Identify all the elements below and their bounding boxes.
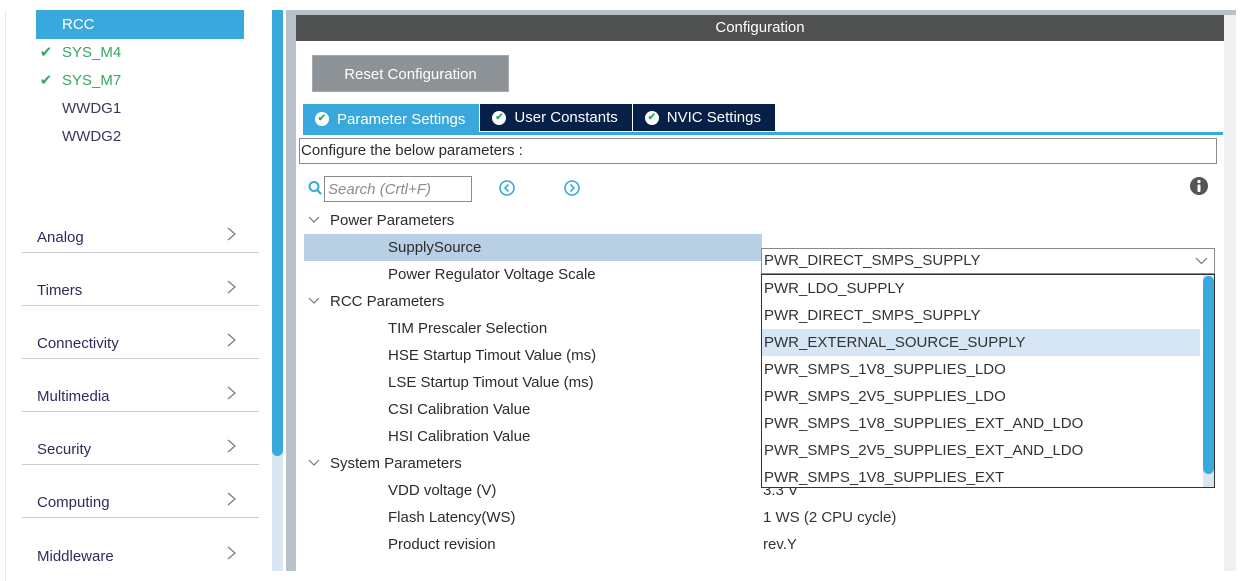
param-row-flash-latency[interactable]: Flash Latency(WS) 1 WS (2 CPU cycle) <box>304 504 1210 531</box>
sidebar-item-label: SYS_M7 <box>62 72 122 89</box>
category-timers[interactable]: Timers <box>22 253 259 306</box>
option-pwr-smps-1v8-supplies-ext[interactable]: PWR_SMPS_1V8_SUPPLIES_EXT <box>762 464 1200 491</box>
tab-label: Parameter Settings <box>337 110 466 128</box>
group-label: Power Parameters <box>330 212 455 229</box>
check-icon: ✔ <box>39 44 53 61</box>
category-analog[interactable]: Analog <box>22 200 259 253</box>
chevron-down-icon[interactable] <box>308 215 320 225</box>
group-power-parameters[interactable]: Power Parameters <box>304 207 1210 234</box>
param-value: rev.Y <box>763 536 797 553</box>
check-icon: ✔ <box>39 72 53 89</box>
tab-nvic-settings[interactable]: ✔ NVIC Settings <box>632 104 776 131</box>
category-label: Middleware <box>37 548 114 565</box>
category-label: Connectivity <box>37 335 119 352</box>
combobox-selected-value: PWR_DIRECT_SMPS_SUPPLY <box>764 252 981 269</box>
category-label: Security <box>37 441 92 458</box>
sidebar-item-label: SYS_M4 <box>62 44 122 61</box>
chevron-right-icon <box>227 227 236 241</box>
chevron-right-icon <box>227 280 236 294</box>
param-row-product-revision[interactable]: Product revision rev.Y <box>304 531 1210 558</box>
next-match-icon[interactable] <box>563 179 581 197</box>
chevron-down-icon[interactable] <box>308 458 320 468</box>
category-security[interactable]: Security <box>22 412 259 465</box>
param-label: TIM Prescaler Selection <box>388 320 548 337</box>
sidebar-item-sys-m7[interactable]: ✔ SYS_M7 <box>36 66 244 95</box>
chevron-down-icon[interactable] <box>1195 257 1208 265</box>
sidebar-item-label: WWDG2 <box>62 128 122 145</box>
category-multimedia[interactable]: Multimedia <box>22 359 259 412</box>
tab-underline <box>303 132 1223 135</box>
option-pwr-ldo-supply[interactable]: PWR_LDO_SUPPLY <box>762 275 1200 302</box>
sidebar-item-wwdg1[interactable]: WWDG1 <box>36 94 244 123</box>
sidebar-item-label: WWDG1 <box>62 100 122 117</box>
sidebar-item-sys-m4[interactable]: ✔ SYS_M4 <box>36 38 244 67</box>
category-label: Analog <box>37 229 84 246</box>
option-pwr-external-source-supply[interactable]: PWR_EXTERNAL_SOURCE_SUPPLY <box>762 329 1200 356</box>
param-label: CSI Calibration Value <box>388 401 531 418</box>
sidebar-item-wwdg2[interactable]: WWDG2 <box>36 122 244 151</box>
param-label: LSE Startup Timout Value (ms) <box>388 374 594 391</box>
category-connectivity[interactable]: Connectivity <box>22 306 259 359</box>
sidebar-scrollbar[interactable] <box>272 10 283 571</box>
param-label: HSI Calibration Value <box>388 428 531 445</box>
param-label: HSE Startup Timout Value (ms) <box>388 347 597 364</box>
configure-description: Configure the below parameters : <box>299 138 1217 164</box>
chevron-right-icon <box>227 333 236 347</box>
dropdown-scrollbar[interactable] <box>1203 275 1214 487</box>
option-pwr-smps-2v5-supplies-ext-and-ldo[interactable]: PWR_SMPS_2V5_SUPPLIES_EXT_AND_LDO <box>762 437 1200 464</box>
category-computing[interactable]: Computing <box>22 465 259 518</box>
check-circle-icon: ✔ <box>492 110 507 125</box>
supply-source-dropdown-list: PWR_LDO_SUPPLY PWR_DIRECT_SMPS_SUPPLY PW… <box>761 274 1215 488</box>
check-circle-icon: ✔ <box>644 110 659 125</box>
previous-match-icon[interactable] <box>498 179 516 197</box>
chevron-right-icon <box>227 386 236 400</box>
category-label: Computing <box>37 494 110 511</box>
category-middleware[interactable]: Middleware <box>22 518 259 571</box>
param-label: Flash Latency(WS) <box>388 509 516 526</box>
category-label: Multimedia <box>37 388 110 405</box>
tab-bar: ✔ Parameter Settings ✔ User Constants ✔ … <box>303 104 776 134</box>
peripheral-sidebar: RCC ✔ SYS_M4 ✔ SYS_M7 WWDG1 WWDG2 Analog… <box>5 10 270 581</box>
tab-user-constants[interactable]: ✔ User Constants <box>480 104 633 131</box>
tab-label: NVIC Settings <box>666 109 761 126</box>
option-pwr-smps-1v8-supplies-ldo[interactable]: PWR_SMPS_1V8_SUPPLIES_LDO <box>762 356 1200 383</box>
option-pwr-direct-smps-supply[interactable]: PWR_DIRECT_SMPS_SUPPLY <box>762 302 1200 329</box>
param-label: SupplySource <box>388 239 482 256</box>
category-label: Timers <box>37 282 83 299</box>
param-label: VDD voltage (V) <box>388 482 497 499</box>
sidebar-scrollbar-thumb[interactable] <box>272 10 283 456</box>
param-label: Power Regulator Voltage Scale <box>388 266 596 283</box>
panel-title: Configuration <box>296 15 1224 41</box>
param-label: Product revision <box>388 536 496 553</box>
sidebar-item-rcc[interactable]: RCC <box>36 10 244 39</box>
search-input[interactable] <box>324 176 472 202</box>
sidebar-item-label: RCC <box>62 16 95 33</box>
param-value: 1 WS (2 CPU cycle) <box>763 509 897 526</box>
chevron-down-icon[interactable] <box>308 296 320 306</box>
option-pwr-smps-1v8-supplies-ext-and-ldo[interactable]: PWR_SMPS_1V8_SUPPLIES_EXT_AND_LDO <box>762 410 1200 437</box>
search-icon <box>308 181 322 195</box>
stm32cubemx-window: RCC ✔ SYS_M4 ✔ SYS_M7 WWDG1 WWDG2 Analog… <box>0 0 1245 581</box>
tab-label: User Constants <box>514 109 618 126</box>
group-label: System Parameters <box>330 455 462 472</box>
tab-parameter-settings[interactable]: ✔ Parameter Settings <box>303 104 481 134</box>
dropdown-scrollbar-thumb[interactable] <box>1203 276 1214 474</box>
info-icon[interactable] <box>1189 176 1209 196</box>
check-circle-icon: ✔ <box>315 112 329 126</box>
panel-scrollbar[interactable] <box>1224 15 1236 571</box>
chevron-right-icon <box>227 492 236 506</box>
reset-configuration-button[interactable]: Reset Configuration <box>312 55 509 92</box>
configuration-panel: Configuration Reset Configuration ✔ Para… <box>296 15 1224 571</box>
chevron-right-icon <box>227 546 236 560</box>
option-pwr-smps-2v5-supplies-ldo[interactable]: PWR_SMPS_2V5_SUPPLIES_LDO <box>762 383 1200 410</box>
row-highlight <box>304 234 762 261</box>
group-label: RCC Parameters <box>330 293 445 310</box>
chevron-right-icon <box>227 439 236 453</box>
supply-source-combobox[interactable]: PWR_DIRECT_SMPS_SUPPLY <box>761 248 1215 274</box>
